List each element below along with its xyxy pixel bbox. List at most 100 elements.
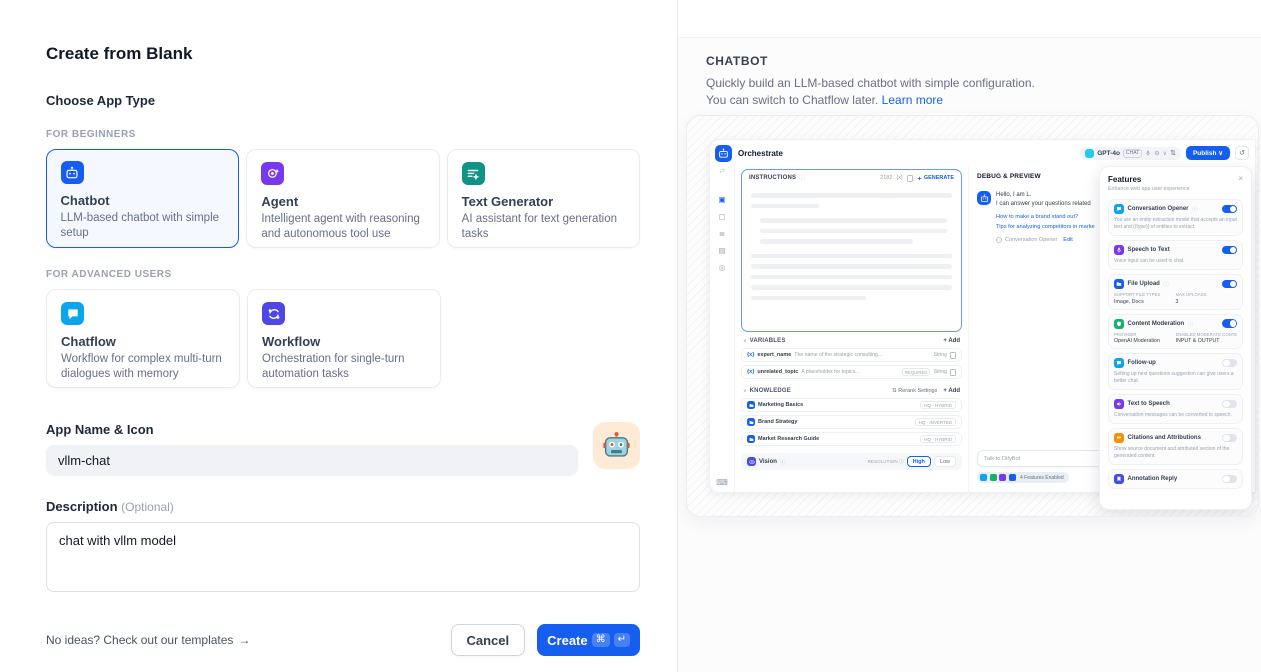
- orchestrate-nav-icon: ▣: [718, 195, 725, 204]
- feature-speech-to-text: Speech to Text Voice input can be used i…: [1108, 240, 1243, 270]
- toggle-on: [1222, 205, 1237, 214]
- folder-icon: [1114, 279, 1124, 289]
- generate-button: GENERATE: [917, 175, 954, 181]
- required-badge: REQUIRED: [902, 368, 931, 376]
- app-type-name: Text Generator: [462, 194, 625, 209]
- chat-icon: [1114, 204, 1124, 214]
- info-icon: ⓘ: [1188, 320, 1194, 328]
- feature-text-to-speech: Text to Speech Conversation messages can…: [1108, 394, 1243, 424]
- app-type-desc: Orchestration for single-turn automation…: [262, 352, 426, 381]
- app-type-desc: LLM-based chatbot with simple setup: [61, 211, 225, 240]
- keyboard-icon: ⌨: [716, 478, 728, 487]
- shield-icon: [1114, 319, 1124, 329]
- advanced-app-type-cards: Chatflow Workflow for complex multi-turn…: [46, 289, 640, 388]
- gallery-nav-icon: ▢: [718, 212, 725, 221]
- swap-icon: ⇄: [719, 167, 724, 175]
- learn-more-link[interactable]: Learn more: [882, 93, 943, 107]
- info-icon: ⓘ: [1163, 280, 1169, 288]
- app-type-desc: AI assistant for text generation tasks: [462, 212, 625, 241]
- text-generator-icon: [462, 162, 485, 185]
- variable-row: {x} unrelated_topic A placeholder for to…: [741, 365, 962, 379]
- toggle-on: [1222, 319, 1237, 328]
- chatbot-icon: [61, 161, 84, 184]
- app-type-desc: Workflow for complex multi-turn dialogue…: [61, 352, 225, 381]
- app-name-label: App Name & Icon: [46, 422, 640, 437]
- logs-nav-icon: ≣: [718, 229, 725, 238]
- knowledge-row: Market Research Guide HQ · HYBRID: [741, 432, 962, 446]
- char-count: 2182: [880, 175, 892, 181]
- tune-icon: ⇅: [1170, 149, 1176, 157]
- dataset-icon: [747, 435, 755, 443]
- feature-annotation-reply: Annotation Reply: [1108, 469, 1243, 489]
- features-enabled-pill: 4 Features Enabled: [977, 472, 1069, 483]
- preview-description: Quickly build an LLM-based chatbot with …: [706, 75, 1058, 110]
- app-type-card-agent[interactable]: Agent Intelligent agent with reasoning a…: [246, 149, 439, 248]
- for-beginners-label: FOR BEGINNERS: [46, 129, 640, 140]
- preview-top-strip: [678, 0, 1261, 38]
- app-type-card-workflow[interactable]: Workflow Orchestration for single-turn a…: [247, 289, 441, 388]
- mock-page-title: Orchestrate: [738, 149, 783, 158]
- knowledge-row: Brand Strategy HQ · INVERTED: [741, 415, 962, 429]
- cmd-key-icon: ⌘: [592, 633, 610, 647]
- app-type-card-text-generator[interactable]: Text Generator AI assistant for text gen…: [447, 149, 640, 248]
- dataset-icon: [747, 418, 755, 426]
- eye-icon: [747, 457, 756, 466]
- app-type-card-chatflow[interactable]: Chatflow Workflow for complex multi-turn…: [46, 289, 240, 388]
- mock-model-selector: GPT-4o CHAT ⚙ ∨ ⇅: [1080, 147, 1181, 160]
- mock-config-column: INSTRUCTIONS ⓘ 2182 {x} GENERATE: [735, 166, 968, 492]
- robot-emoji-icon: [602, 431, 631, 460]
- description-input[interactable]: chat with vllm model: [46, 522, 640, 592]
- app-name-input[interactable]: [46, 445, 578, 476]
- agent-icon: [261, 162, 284, 185]
- notes-nav-icon: ▤: [718, 246, 725, 255]
- create-button[interactable]: Create ⌘ ↵: [537, 624, 640, 656]
- toggle-on: [1222, 280, 1237, 289]
- content-moderation-mini-icon: [990, 474, 997, 481]
- speech-to-text-mini-icon: [999, 474, 1006, 481]
- toggle-off: [1222, 475, 1237, 484]
- variable-icon: {x}: [896, 175, 902, 181]
- app-type-card-chatbot[interactable]: Chatbot LLM-based chatbot with simple se…: [46, 149, 239, 248]
- templates-link[interactable]: No ideas? Check out our templates →: [46, 633, 250, 647]
- variable-row: {x} expert_name The name of the strategi…: [741, 348, 962, 362]
- optional-label: (Optional): [121, 500, 174, 514]
- mock-chat-input: Talk to DifyBot: [977, 450, 1105, 467]
- app-type-name: Agent: [261, 194, 424, 209]
- toggle-off: [1222, 400, 1237, 409]
- enter-key-icon: ↵: [614, 633, 630, 647]
- knowledge-row: Marketing Basics HQ · HYBRID: [741, 398, 962, 412]
- vision-setting-row: Vision ⓘ RESOLUTION ⓘ High Low: [741, 453, 962, 470]
- app-type-name: Workflow: [262, 334, 426, 349]
- variable-settings-icon: [950, 352, 956, 359]
- preview-heading: CHATBOT: [706, 54, 1233, 68]
- feature-follow-up: Follow-up Setting up next questions sugg…: [1108, 353, 1243, 390]
- chat-icon: [1114, 358, 1124, 368]
- resolution-high-button: High: [907, 456, 931, 467]
- app-type-desc: Intelligent agent with reasoning and aut…: [261, 212, 424, 241]
- web-nav-icon: ◎: [718, 263, 725, 272]
- cancel-button[interactable]: Cancel: [451, 624, 526, 656]
- choose-app-type-label: Choose App Type: [46, 93, 640, 108]
- rerank-settings-button: ⇅ Rerank Settings: [892, 388, 937, 394]
- chevron-down-icon: ∨: [743, 388, 747, 394]
- add-knowledge-button: + Add: [943, 388, 960, 394]
- mock-publish-button: Publish ∨: [1186, 146, 1230, 160]
- file-upload-mini-icon: [1009, 474, 1016, 481]
- mic-icon: [1114, 245, 1124, 255]
- description-label: Description (Optional): [46, 499, 640, 514]
- beginner-app-type-cards: Chatbot LLM-based chatbot with simple se…: [46, 149, 640, 248]
- modal-title: Create from Blank: [46, 44, 640, 64]
- info-icon: ⓘ: [1192, 205, 1198, 213]
- chatbot-preview-image: Orchestrate GPT-4o CHAT ⚙ ∨ ⇅ Publish ∨ …: [686, 115, 1259, 517]
- copy-icon: [907, 175, 913, 182]
- workflow-icon: [262, 302, 285, 325]
- instructions-placeholder-text: [742, 186, 961, 313]
- model-provider-icon: [1085, 149, 1094, 158]
- chevron-down-icon: ∨: [743, 338, 747, 344]
- feature-content-moderation: Content Moderation ⓘ PROVIDEROpenAI Mode…: [1108, 314, 1243, 350]
- app-icon-picker[interactable]: [593, 422, 640, 469]
- dataset-icon: [747, 401, 755, 409]
- mic-icon: [1145, 150, 1151, 156]
- chevron-down-icon: ∨: [1163, 150, 1167, 157]
- app-type-name: Chatbot: [61, 193, 225, 208]
